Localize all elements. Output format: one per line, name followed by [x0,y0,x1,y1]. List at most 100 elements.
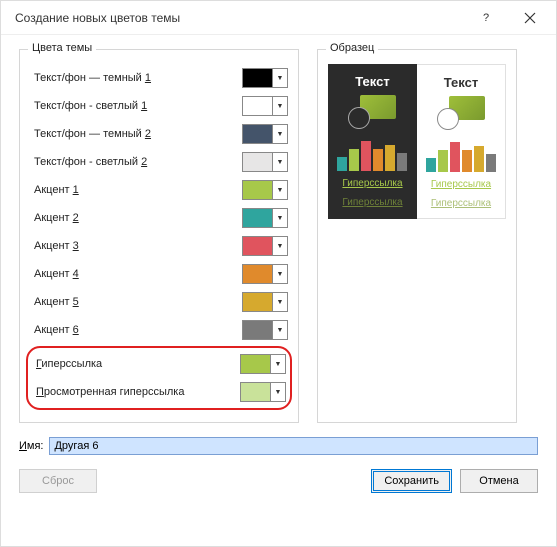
sample-bar [337,157,347,171]
sample-bar [474,146,484,172]
color-picker-button[interactable]: ▼ [240,382,286,402]
sample-bar [349,149,359,171]
sample-light-text: Текст [444,75,478,90]
sample-bar [486,154,496,172]
name-row: Имя: [19,437,538,455]
color-swatch [243,209,273,227]
help-icon: ? [483,12,489,24]
color-label: Акцент 1 [30,184,236,196]
dialog-title: Создание новых цветов темы [15,11,464,25]
help-button[interactable]: ? [464,3,508,33]
color-picker-button[interactable]: ▼ [242,124,288,144]
reset-button: Сброс [19,469,97,493]
sample-link-light: Гиперссылка [431,178,491,191]
color-swatch [243,293,273,311]
sample-bar [361,141,371,171]
color-label: Текст/фон - светлый 2 [30,156,236,168]
color-picker-button[interactable]: ▼ [242,180,288,200]
sample-link-dark: Гиперссылка [342,177,402,190]
color-row: Акцент 3 ▼ [30,232,288,260]
sample-shapes-light [437,96,485,130]
sample-shapes-dark [348,95,396,129]
color-row: Акцент 2 ▼ [30,204,288,232]
chevron-down-icon: ▼ [273,327,287,334]
color-swatch [243,265,273,283]
highlight-callout: Гиперссылка ▼ Просмотренная гиперссылка … [26,346,292,410]
dialog-create-theme-colors: Создание новых цветов темы ? Цвета темы … [0,0,557,547]
sample-bar [450,142,460,172]
close-button[interactable] [508,3,552,33]
color-row: Акцент 1 ▼ [30,176,288,204]
color-swatch [243,125,273,143]
chevron-down-icon: ▼ [273,243,287,250]
sample-bar [426,158,436,172]
sample-light: Текст Гиперссылка Гиперссылка [417,64,506,219]
chevron-down-icon: ▼ [271,389,285,396]
color-swatch [243,97,273,115]
color-picker-button[interactable]: ▼ [242,236,288,256]
color-swatch [243,69,273,87]
close-icon [524,12,536,24]
color-label: Текст/фон — темный 1 [30,72,236,84]
color-picker-button[interactable]: ▼ [242,292,288,312]
color-label: Текст/фон - светлый 1 [30,100,236,112]
color-picker-button[interactable]: ▼ [240,354,286,374]
color-swatch [243,321,273,339]
color-row: Текст/фон - светлый 2 ▼ [30,148,288,176]
color-row: Акцент 4 ▼ [30,260,288,288]
color-row: Текст/фон - светлый 1 ▼ [30,92,288,120]
sample-bar [462,150,472,172]
color-row: Текст/фон — темный 1 ▼ [30,64,288,92]
chevron-down-icon: ▼ [273,159,287,166]
sample-bar [397,153,407,171]
color-label: Акцент 4 [30,268,236,280]
color-label: Акцент 5 [30,296,236,308]
color-picker-button[interactable]: ▼ [242,208,288,228]
chevron-down-icon: ▼ [273,131,287,138]
color-row: Гиперссылка ▼ [32,350,286,378]
color-row: Акцент 5 ▼ [30,288,288,316]
color-swatch [241,383,271,401]
titlebar: Создание новых цветов темы ? [1,1,556,35]
color-label: Текст/фон — темный 2 [30,128,236,140]
group-title-colors: Цвета темы [28,42,96,54]
sample-visited-dark: Гиперссылка [342,196,402,209]
sample-bar [438,150,448,172]
chevron-down-icon: ▼ [273,215,287,222]
sample-area: Текст Гиперссылка Гиперссылка Текст Гипе… [328,64,506,219]
color-picker-button[interactable]: ▼ [242,264,288,284]
cancel-button[interactable]: Отмена [460,469,538,493]
color-picker-button[interactable]: ▼ [242,68,288,88]
color-row: Просмотренная гиперссылка ▼ [32,378,286,406]
color-label: Просмотренная гиперссылка [32,386,234,398]
color-picker-button[interactable]: ▼ [242,152,288,172]
color-row: Акцент 6 ▼ [30,316,288,344]
chevron-down-icon: ▼ [273,75,287,82]
name-input[interactable] [49,437,538,455]
color-label: Акцент 3 [30,240,236,252]
color-swatch [243,153,273,171]
sample-visited-light: Гиперссылка [431,197,491,210]
sample-bars-dark [337,135,407,171]
sample-bar [373,149,383,171]
color-label: Гиперссылка [32,358,234,370]
group-title-sample: Образец [326,42,378,54]
color-label: Акцент 2 [30,212,236,224]
color-picker-button[interactable]: ▼ [242,96,288,116]
sample-bar [385,145,395,171]
chevron-down-icon: ▼ [273,299,287,306]
color-swatch [243,181,273,199]
color-swatch [243,237,273,255]
chevron-down-icon: ▼ [273,103,287,110]
button-row: Сброс Сохранить Отмена [19,469,538,493]
sample-dark: Текст Гиперссылка Гиперссылка [328,64,417,219]
color-picker-button[interactable]: ▼ [242,320,288,340]
name-label: Имя: [19,440,43,452]
color-swatch [241,355,271,373]
sample-dark-text: Текст [355,74,389,89]
chevron-down-icon: ▼ [273,271,287,278]
theme-colors-group: Цвета темы Текст/фон — темный 1 ▼ Текст/… [19,49,299,423]
save-button[interactable]: Сохранить [371,469,452,493]
chevron-down-icon: ▼ [271,361,285,368]
color-label: Акцент 6 [30,324,236,336]
